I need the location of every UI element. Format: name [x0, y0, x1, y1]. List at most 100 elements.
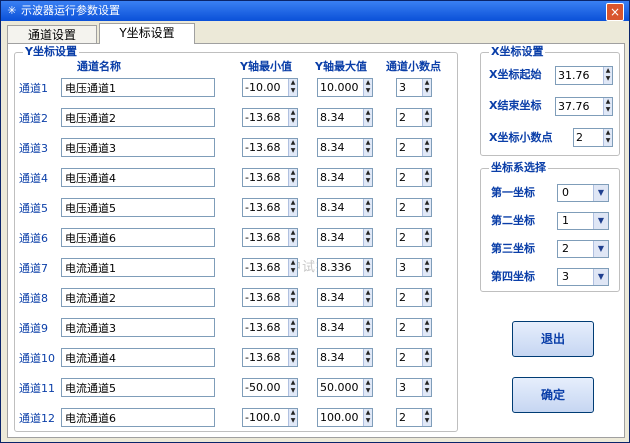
spinner-arrows-icon[interactable]: ▲ ▼ — [288, 319, 297, 336]
decimals-spinner[interactable]: 2 ▲ ▼ — [396, 138, 432, 157]
ymax-spinner[interactable]: 8.34 ▲ ▼ — [317, 168, 373, 187]
spinner-arrows-icon[interactable]: ▲ ▼ — [288, 379, 297, 396]
channel-name-field[interactable]: 电压通道3 — [61, 138, 215, 157]
x-decimals-spinner[interactable]: 2 ▲ ▼ — [573, 128, 613, 147]
spinner-arrows-icon[interactable]: ▲ ▼ — [288, 169, 297, 186]
ymax-spinner[interactable]: 8.34 ▲ ▼ — [317, 198, 373, 217]
spinner-arrows-icon[interactable]: ▲ ▼ — [422, 319, 431, 336]
ymin-spinner[interactable]: -13.68 ▲ ▼ — [242, 228, 298, 247]
spinner-arrows-icon[interactable]: ▲ ▼ — [422, 289, 431, 306]
ymax-spinner[interactable]: 10.000 ▲ ▼ — [317, 78, 373, 97]
ymin-spinner[interactable]: -13.68 ▲ ▼ — [242, 288, 298, 307]
x-start-spinner[interactable]: 31.76 ▲ ▼ — [555, 66, 613, 85]
spinner-arrows-icon[interactable]: ▲ ▼ — [422, 379, 431, 396]
ymax-spinner[interactable]: 8.34 ▲ ▼ — [317, 348, 373, 367]
spinner-arrows-icon[interactable]: ▲ ▼ — [422, 199, 431, 216]
tab-y-axis-settings[interactable]: Y坐标设置 — [99, 23, 195, 44]
spinner-arrows-icon[interactable]: ▲ ▼ — [363, 349, 372, 366]
spinner-arrows-icon[interactable]: ▲ ▼ — [363, 169, 372, 186]
channel-name-field[interactable]: 电流通道3 — [61, 318, 215, 337]
spinner-arrows-icon[interactable]: ▲ ▼ — [422, 229, 431, 246]
spinner-arrows-icon[interactable]: ▲ ▼ — [288, 349, 297, 366]
ymin-spinner[interactable]: -13.68 ▲ ▼ — [242, 198, 298, 217]
spinner-arrows-icon[interactable]: ▲ ▼ — [422, 139, 431, 156]
channel-name-field[interactable]: 电流通道4 — [61, 348, 215, 367]
decimals-spinner[interactable]: 2 ▲ ▼ — [396, 408, 432, 427]
spinner-arrows-icon[interactable]: ▲ ▼ — [288, 259, 297, 276]
spinner-arrows-icon[interactable]: ▲ ▼ — [363, 109, 372, 126]
ymax-spinner[interactable]: 8.34 ▲ ▼ — [317, 288, 373, 307]
coord-select[interactable]: 3 ▼ — [557, 268, 609, 286]
channel-name-field[interactable]: 电压通道5 — [61, 198, 215, 217]
spinner-arrows-icon[interactable]: ▲ ▼ — [363, 199, 372, 216]
ymax-spinner[interactable]: 8.34 ▲ ▼ — [317, 318, 373, 337]
chevron-down-icon[interactable]: ▼ — [593, 241, 608, 257]
spinner-arrows-icon[interactable]: ▲ ▼ — [422, 79, 431, 96]
ymax-spinner[interactable]: 8.34 ▲ ▼ — [317, 228, 373, 247]
ok-button[interactable]: 确定 — [512, 377, 594, 413]
decimals-spinner[interactable]: 3 ▲ ▼ — [396, 78, 432, 97]
spinner-arrows-icon[interactable]: ▲ ▼ — [363, 379, 372, 396]
spinner-arrows-icon[interactable]: ▲ ▼ — [603, 129, 612, 146]
chevron-down-icon[interactable]: ▼ — [593, 213, 608, 229]
spinner-arrows-icon[interactable]: ▲ ▼ — [288, 199, 297, 216]
channel-name-field[interactable]: 电流通道6 — [61, 408, 215, 427]
channel-name-field[interactable]: 电压通道4 — [61, 168, 215, 187]
spinner-arrows-icon[interactable]: ▲ ▼ — [422, 349, 431, 366]
chevron-down-icon[interactable]: ▼ — [593, 185, 608, 201]
spinner-arrows-icon[interactable]: ▲ ▼ — [363, 229, 372, 246]
decimals-spinner[interactable]: 2 ▲ ▼ — [396, 288, 432, 307]
spinner-arrows-icon[interactable]: ▲ ▼ — [363, 289, 372, 306]
x-end-spinner[interactable]: 37.76 ▲ ▼ — [555, 97, 613, 116]
ymin-spinner[interactable]: -13.68 ▲ ▼ — [242, 108, 298, 127]
spinner-arrows-icon[interactable]: ▲ ▼ — [363, 79, 372, 96]
ymin-spinner[interactable]: -100.0 ▲ ▼ — [242, 408, 298, 427]
spinner-arrows-icon[interactable]: ▲ ▼ — [422, 259, 431, 276]
ymin-spinner[interactable]: -13.68 ▲ ▼ — [242, 348, 298, 367]
spinner-arrows-icon[interactable]: ▲ ▼ — [288, 79, 297, 96]
channel-name-field[interactable]: 电压通道6 — [61, 228, 215, 247]
ymin-spinner[interactable]: -13.68 ▲ ▼ — [242, 138, 298, 157]
tab-channel-settings[interactable]: 通道设置 — [7, 25, 97, 45]
ymax-spinner[interactable]: 50.000 ▲ ▼ — [317, 378, 373, 397]
decimals-spinner[interactable]: 2 ▲ ▼ — [396, 198, 432, 217]
spinner-arrows-icon[interactable]: ▲ ▼ — [363, 319, 372, 336]
spinner-arrows-icon[interactable]: ▲ ▼ — [422, 409, 431, 426]
ymin-spinner[interactable]: -50.00 ▲ ▼ — [242, 378, 298, 397]
channel-name-field[interactable]: 电压通道2 — [61, 108, 215, 127]
chevron-down-icon[interactable]: ▼ — [593, 269, 608, 285]
decimals-spinner[interactable]: 3 ▲ ▼ — [396, 258, 432, 277]
exit-button[interactable]: 退出 — [512, 321, 594, 357]
spinner-arrows-icon[interactable]: ▲ ▼ — [603, 98, 612, 115]
channel-name-field[interactable]: 电压通道1 — [61, 78, 215, 97]
spinner-arrows-icon[interactable]: ▲ ▼ — [288, 109, 297, 126]
coord-select[interactable]: 2 ▼ — [557, 240, 609, 258]
title-bar[interactable]: ✳ 示波器运行参数设置 × — [1, 1, 629, 21]
ymax-spinner[interactable]: 8.34 ▲ ▼ — [317, 138, 373, 157]
decimals-spinner[interactable]: 2 ▲ ▼ — [396, 108, 432, 127]
channel-name-field[interactable]: 电流通道1 — [61, 258, 215, 277]
spinner-arrows-icon[interactable]: ▲ ▼ — [422, 169, 431, 186]
ymin-spinner[interactable]: -13.68 ▲ ▼ — [242, 168, 298, 187]
ymax-spinner[interactable]: 100.00 ▲ ▼ — [317, 408, 373, 427]
spinner-arrows-icon[interactable]: ▲ ▼ — [288, 409, 297, 426]
spinner-arrows-icon[interactable]: ▲ ▼ — [422, 109, 431, 126]
channel-name-field[interactable]: 电流通道2 — [61, 288, 215, 307]
spinner-arrows-icon[interactable]: ▲ ▼ — [288, 289, 297, 306]
decimals-spinner[interactable]: 3 ▲ ▼ — [396, 378, 432, 397]
ymax-spinner[interactable]: 8.336 ▲ ▼ — [317, 258, 373, 277]
decimals-spinner[interactable]: 2 ▲ ▼ — [396, 228, 432, 247]
coord-select[interactable]: 1 ▼ — [557, 212, 609, 230]
ymin-spinner[interactable]: -10.00 ▲ ▼ — [242, 78, 298, 97]
close-button[interactable]: × — [606, 3, 624, 21]
coord-select[interactable]: 0 ▼ — [557, 184, 609, 202]
spinner-arrows-icon[interactable]: ▲ ▼ — [603, 67, 612, 84]
spinner-arrows-icon[interactable]: ▲ ▼ — [288, 139, 297, 156]
spinner-arrows-icon[interactable]: ▲ ▼ — [363, 259, 372, 276]
decimals-spinner[interactable]: 2 ▲ ▼ — [396, 168, 432, 187]
spinner-arrows-icon[interactable]: ▲ ▼ — [363, 139, 372, 156]
ymax-spinner[interactable]: 8.34 ▲ ▼ — [317, 108, 373, 127]
decimals-spinner[interactable]: 2 ▲ ▼ — [396, 318, 432, 337]
ymin-spinner[interactable]: -13.68 ▲ ▼ — [242, 258, 298, 277]
decimals-spinner[interactable]: 2 ▲ ▼ — [396, 348, 432, 367]
